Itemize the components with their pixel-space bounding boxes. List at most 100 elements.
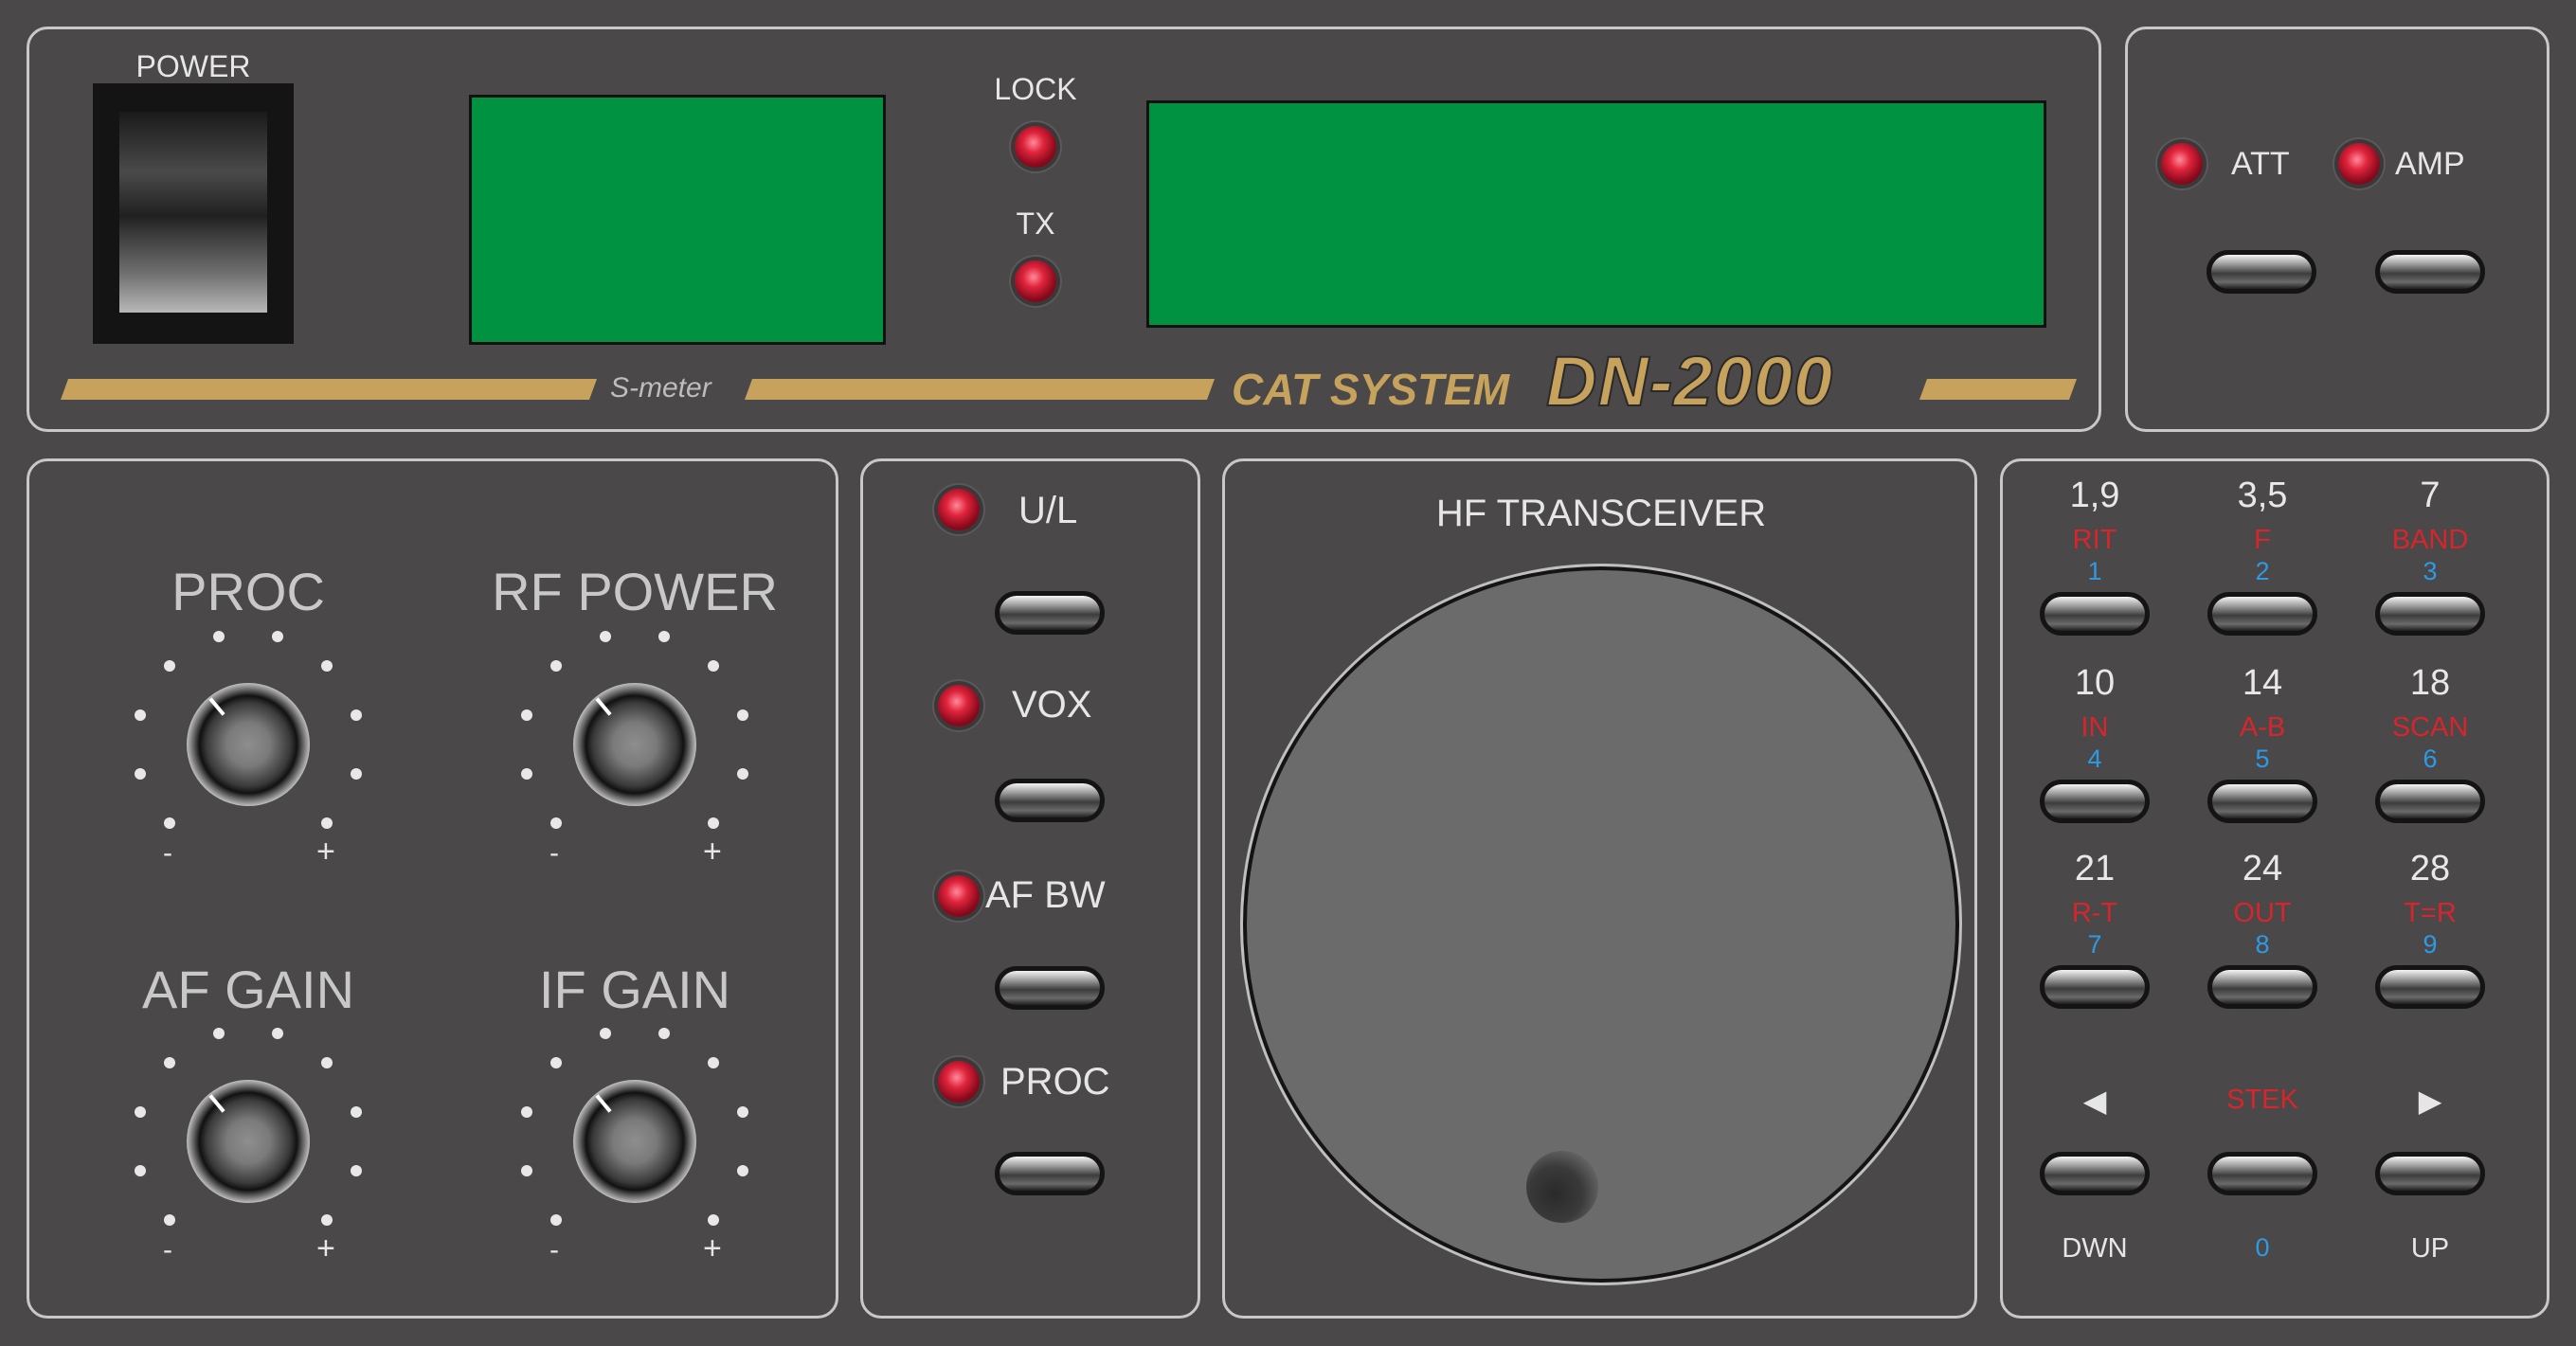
keypad-button-9[interactable] xyxy=(2375,965,2485,1009)
tx-label: TX xyxy=(1016,206,1055,241)
keypad-button-4[interactable] xyxy=(2040,780,2150,823)
key-digit-label: 3 xyxy=(2423,557,2438,585)
rf-power-scale-tick xyxy=(708,659,720,672)
key-digit-label: 9 xyxy=(2423,930,2438,959)
gold-stripe-2 xyxy=(744,379,1216,400)
if-gain-scale-tick xyxy=(549,1056,562,1068)
if-gain-knob-indicator xyxy=(595,1094,612,1113)
af-gain-scale-tick xyxy=(321,1214,333,1227)
if-gain-scale-tick xyxy=(736,1164,748,1176)
if-gain-scale-tick xyxy=(549,1214,562,1227)
key-function-label: SCAN xyxy=(2391,712,2469,743)
key-band-label: 14 xyxy=(2242,663,2283,703)
att-label: ATT xyxy=(2231,146,2290,182)
proc-scale-tick xyxy=(135,709,147,722)
af-gain-scale-tick xyxy=(350,1106,362,1119)
key-digit-label: 6 xyxy=(2423,745,2438,773)
af-gain-knob-indicator xyxy=(208,1094,225,1113)
rf-power-scale-tick xyxy=(658,631,670,643)
rf-power-knob-indicator xyxy=(595,697,612,716)
af-bw-label: AF BW xyxy=(985,874,1106,916)
keypad-button-5[interactable] xyxy=(2207,780,2317,823)
tuning-dial[interactable] xyxy=(1247,570,1955,1279)
key-digit-label: 7 xyxy=(2087,930,2102,959)
proc-button[interactable] xyxy=(995,1152,1105,1195)
if-gain-knob-label: IF GAIN xyxy=(538,960,731,1019)
key-band-label: 10 xyxy=(2074,663,2116,703)
key-digit-label: 5 xyxy=(2255,745,2270,773)
lock-led xyxy=(1015,126,1056,168)
s-meter-display xyxy=(469,95,886,345)
key-digit-label: 4 xyxy=(2087,745,2102,773)
keypad-button-6[interactable] xyxy=(2375,780,2485,823)
frequency-display xyxy=(1146,100,2046,328)
vox-label: VOX xyxy=(1012,684,1092,726)
af-gain-scale-tick xyxy=(135,1106,147,1119)
stek-button[interactable] xyxy=(2207,1152,2317,1195)
key-band-label: 1,9 xyxy=(2069,476,2120,515)
af-gain-knob[interactable] xyxy=(187,1080,310,1203)
proc-scale-tick xyxy=(271,631,283,643)
af-bw-button[interactable] xyxy=(995,966,1105,1010)
if-gain-scale-tick xyxy=(600,1028,612,1040)
power-switch-rocker xyxy=(119,112,267,313)
rf-power-scale-tick xyxy=(521,767,533,780)
if-gain-scale-tick xyxy=(736,1106,748,1119)
rf-power-scale-tick xyxy=(549,817,562,830)
proc-knob[interactable] xyxy=(187,683,310,806)
amp-led xyxy=(2338,143,2380,185)
att-amp-panel xyxy=(2125,27,2549,432)
left-arrow-icon: ◀ xyxy=(2082,1084,2107,1118)
gold-stripe-3 xyxy=(1918,379,2078,400)
key-band-label: 24 xyxy=(2242,849,2283,888)
key-function-label: IN xyxy=(2081,712,2109,743)
rf-power-scale-tick xyxy=(736,709,748,722)
af-gain-scale-tick xyxy=(163,1214,175,1227)
keypad-button-3[interactable] xyxy=(2375,592,2485,636)
af-bw-led xyxy=(938,875,980,917)
ul-label: U/L xyxy=(1018,490,1078,531)
rf-power-scale-tick xyxy=(549,659,562,672)
amp-button[interactable] xyxy=(2375,250,2485,294)
vox-button[interactable] xyxy=(995,779,1105,822)
keypad-button-8[interactable] xyxy=(2207,965,2317,1009)
att-button[interactable] xyxy=(2207,250,2316,294)
key-function-label: R-T xyxy=(2071,898,2118,928)
af-gain-scale-tick xyxy=(321,1056,333,1068)
zero-digit-label: 0 xyxy=(2255,1233,2270,1262)
rf-power-knob[interactable] xyxy=(573,683,696,806)
dwn-label: DWN xyxy=(2062,1233,2128,1264)
tx-led xyxy=(1015,260,1056,302)
ul-button[interactable] xyxy=(995,591,1105,635)
keypad-button-1[interactable] xyxy=(2040,592,2150,636)
key-band-label: 28 xyxy=(2409,849,2451,888)
key-band-label: 3,5 xyxy=(2237,476,2288,515)
proc-led xyxy=(938,1061,980,1103)
proc-scale-tick xyxy=(350,767,362,780)
keypad-button-2[interactable] xyxy=(2207,592,2317,636)
key-function-label: OUT xyxy=(2233,898,2292,928)
af-gain-scale-tick xyxy=(350,1164,362,1176)
proc-knob-indicator xyxy=(208,697,225,716)
lock-label: LOCK xyxy=(994,72,1077,106)
up-button[interactable] xyxy=(2375,1152,2485,1195)
rf-power-scale-tick xyxy=(736,767,748,780)
proc-scale-tick xyxy=(163,817,175,830)
if-gain-plus-label: + xyxy=(703,1230,722,1266)
power-switch[interactable] xyxy=(93,83,294,344)
af-gain-minus-label: - xyxy=(163,1234,172,1265)
key-digit-label: 1 xyxy=(2087,557,2102,585)
key-function-label: F xyxy=(2254,525,2271,555)
proc-knob-label: PROC xyxy=(171,562,325,621)
key-function-label: A-B xyxy=(2239,712,2286,743)
key-band-label: 7 xyxy=(2420,476,2441,515)
key-band-label: 21 xyxy=(2074,849,2116,888)
if-gain-knob[interactable] xyxy=(573,1080,696,1203)
af-gain-knob-label: AF GAIN xyxy=(141,960,355,1019)
ul-led xyxy=(938,489,980,530)
dwn-button[interactable] xyxy=(2040,1152,2150,1195)
if-gain-scale-tick xyxy=(708,1056,720,1068)
power-label: POWER xyxy=(135,49,251,83)
keypad-button-7[interactable] xyxy=(2040,965,2150,1009)
proc-scale-tick xyxy=(163,659,175,672)
